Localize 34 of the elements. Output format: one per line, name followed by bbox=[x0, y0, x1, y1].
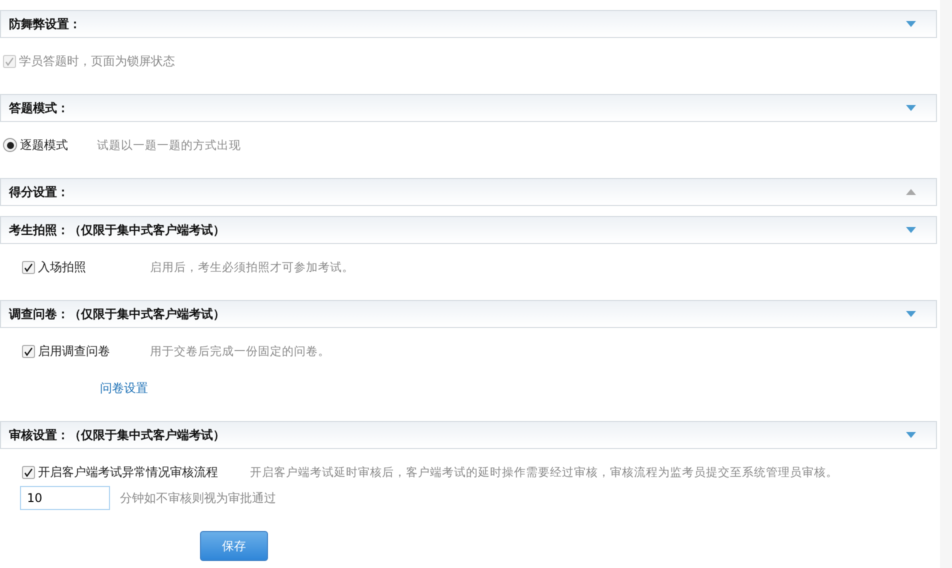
questionnaire-settings-link[interactable]: 问卷设置 bbox=[100, 381, 148, 395]
collapse-triangle-icon[interactable] bbox=[906, 105, 916, 111]
option-description: 试题以一题一题的方式出现 bbox=[97, 138, 241, 152]
collapse-triangle-icon[interactable] bbox=[906, 227, 916, 233]
option-description: 开启客户端考试延时审核后，客户端考试的延时操作需要经过审核，审核流程为监考员提交至系统管理员审核。 bbox=[250, 464, 838, 480]
section-title: 调查问卷：（仅限于集中式客户端考试） bbox=[9, 306, 225, 322]
section-title: 考生拍照：（仅限于集中式客户端考试） bbox=[9, 222, 225, 238]
collapse-triangle-icon[interactable] bbox=[906, 311, 916, 317]
option-description: 用于交卷后完成一份固定的问卷。 bbox=[150, 344, 330, 358]
minutes-hint: 分钟如不审核则视为审批通过 bbox=[120, 490, 276, 506]
expand-triangle-icon[interactable] bbox=[906, 189, 916, 195]
radio-label: 逐题模式 bbox=[20, 136, 68, 154]
section-header[interactable]: 防舞弊设置： bbox=[0, 10, 937, 38]
section-header[interactable]: 审核设置：（仅限于集中式客户端考试） bbox=[0, 421, 937, 449]
section-title: 审核设置：（仅限于集中式客户端考试） bbox=[9, 426, 225, 444]
section-header[interactable]: 答题模式： bbox=[0, 94, 937, 122]
checkbox-label: 开启客户端考试异常情况审核流程 bbox=[38, 464, 218, 480]
option-description: 启用后，考生必须拍照才可参加考试。 bbox=[150, 260, 354, 274]
radio-button[interactable] bbox=[3, 138, 17, 152]
minutes-input[interactable]: 10 bbox=[20, 486, 110, 510]
section-title: 防舞弊设置： bbox=[9, 16, 81, 32]
checkbox-label: 学员答题时，页面为锁屏状态 bbox=[19, 52, 175, 70]
collapse-triangle-icon[interactable] bbox=[906, 432, 916, 438]
checkbox[interactable] bbox=[22, 260, 35, 274]
collapse-triangle-icon[interactable] bbox=[906, 21, 916, 27]
section-title: 答题模式： bbox=[9, 100, 69, 116]
checkbox[interactable] bbox=[22, 466, 35, 478]
section-title: 得分设置： bbox=[9, 184, 69, 200]
section-header[interactable]: 得分设置： bbox=[0, 178, 937, 206]
checkbox-label: 入场拍照 bbox=[38, 258, 86, 276]
section-header[interactable]: 调查问卷：（仅限于集中式客户端考试） bbox=[0, 300, 937, 328]
section-header[interactable]: 考生拍照：（仅限于集中式客户端考试） bbox=[0, 216, 937, 244]
checkbox[interactable] bbox=[22, 344, 35, 358]
checkbox-label: 启用调查问卷 bbox=[38, 342, 110, 360]
